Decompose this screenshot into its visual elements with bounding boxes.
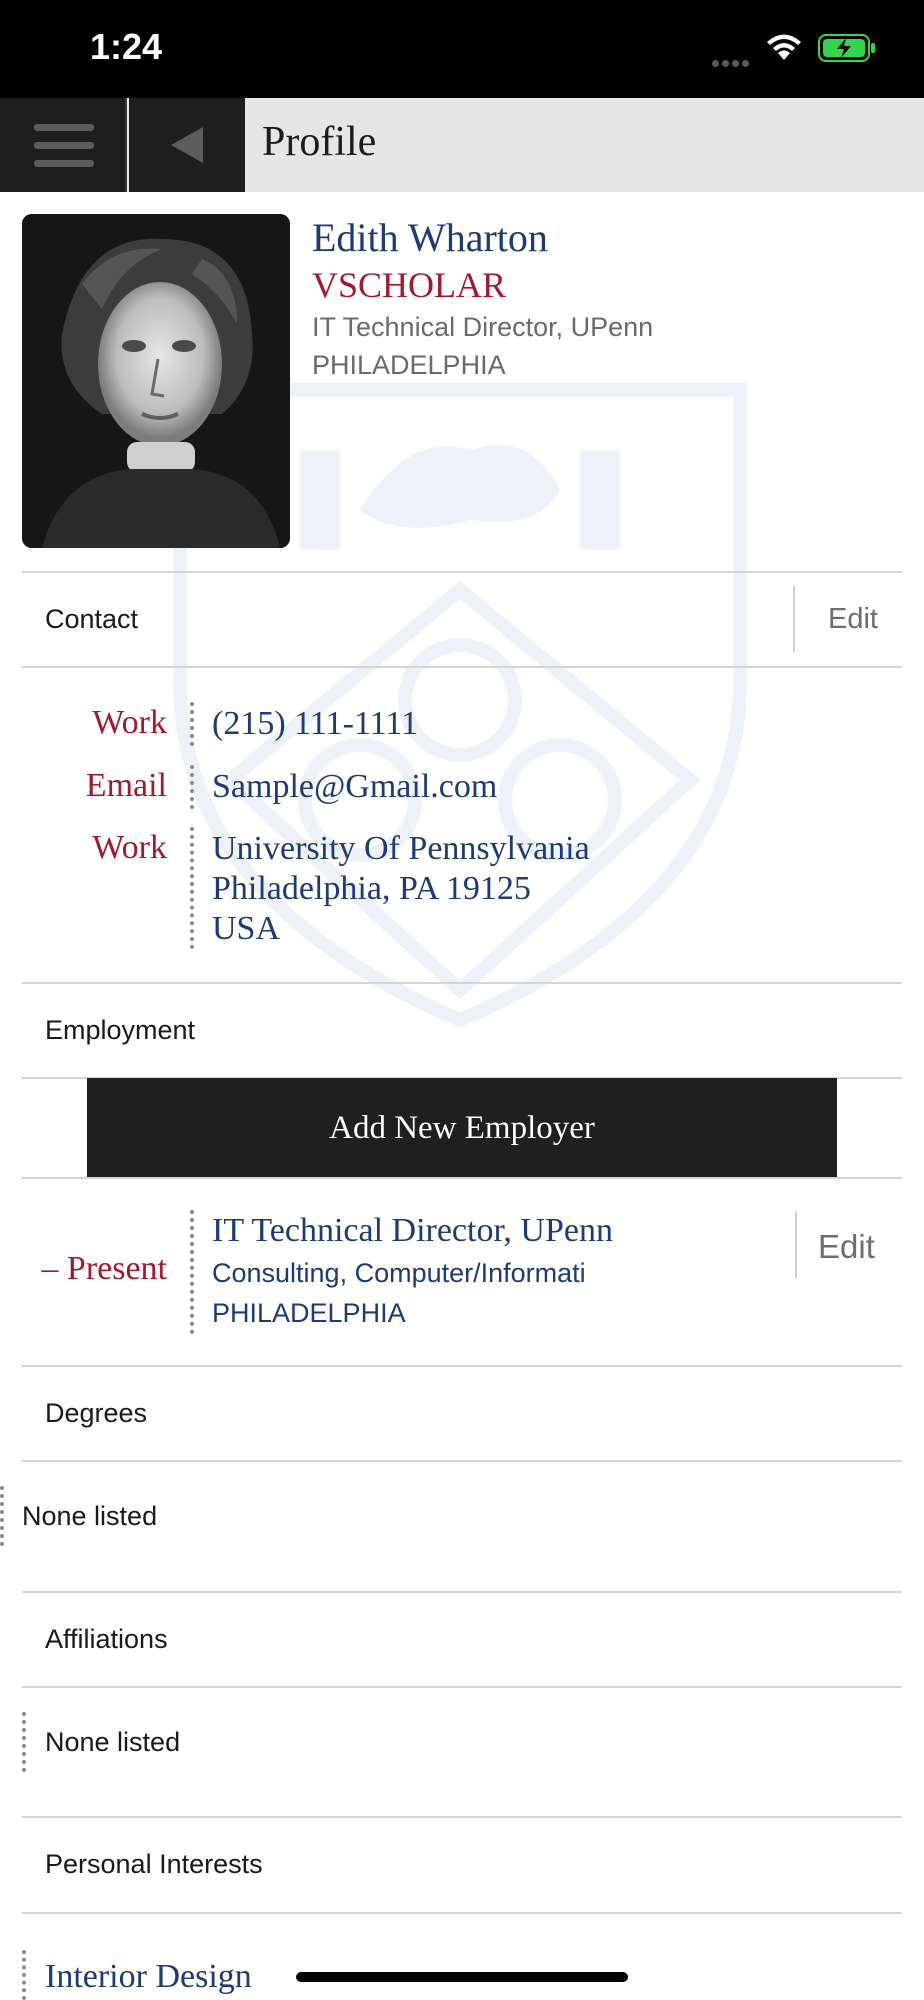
address-line: USA — [212, 910, 281, 947]
divider — [22, 1816, 902, 1818]
profile-role: VSCHOLAR — [312, 265, 507, 305]
divider — [795, 1212, 797, 1278]
wifi-icon — [767, 34, 801, 60]
dotted-separator — [190, 1210, 194, 1334]
page-title: Profile — [262, 119, 377, 165]
back-button[interactable] — [129, 98, 245, 192]
menu-button[interactable] — [0, 98, 127, 192]
address-line: University Of Pennsylvania — [212, 830, 590, 867]
avatar — [22, 214, 290, 548]
employment-period: – Present — [41, 1250, 167, 1287]
interests-header: Personal Interests — [45, 1849, 263, 1879]
home-indicator[interactable] — [296, 1972, 628, 1982]
employer-city: PHILADELPHIA — [212, 1298, 406, 1328]
dotted-separator — [0, 1486, 4, 1546]
profile-city: PHILADELPHIA — [312, 350, 506, 380]
email-link[interactable]: Sample@Gmail.com — [212, 767, 497, 807]
employer-edit-button[interactable]: Edit — [818, 1228, 875, 1266]
degrees-header: Degrees — [45, 1398, 148, 1428]
employer-industry: Consulting, Computer/Informati — [212, 1258, 586, 1288]
divider — [793, 586, 795, 652]
divider — [22, 1912, 902, 1914]
nav-bar: Profile — [0, 98, 924, 192]
contact-row-label: Work — [92, 829, 167, 866]
affiliations-empty-text: None listed — [45, 1727, 181, 1757]
add-employer-button[interactable]: Add New Employer — [87, 1078, 837, 1178]
battery-icon — [818, 34, 875, 62]
address-block[interactable]: University Of Pennsylvania Philadelphia,… — [212, 829, 590, 949]
cellular-signal-icon — [712, 54, 752, 72]
contact-header: Contact — [45, 604, 139, 634]
profile-job-title: IT Technical Director, UPenn — [312, 312, 654, 342]
interest-item[interactable]: Interior Design — [45, 1958, 252, 1996]
divider — [22, 1591, 902, 1593]
address-line: Philadelphia, PA 19125 — [212, 870, 531, 907]
profile-name: Edith Wharton — [312, 215, 548, 260]
dotted-separator — [22, 1712, 26, 1772]
profile-photo — [22, 214, 290, 548]
status-time: 1:24 — [90, 26, 163, 67]
status-bar: 1:24 — [0, 0, 924, 98]
divider — [22, 1365, 902, 1367]
dotted-separator — [190, 765, 194, 809]
divider — [22, 1686, 902, 1688]
divider — [22, 1460, 902, 1462]
dotted-separator — [190, 827, 194, 949]
contact-row-label: Work — [92, 704, 167, 741]
divider — [22, 666, 902, 668]
affiliations-header: Affiliations — [45, 1624, 168, 1654]
divider — [22, 1177, 902, 1179]
divider — [22, 982, 902, 984]
dotted-separator — [190, 702, 194, 746]
contact-edit-button[interactable]: Edit — [828, 603, 878, 636]
divider — [22, 571, 902, 573]
dotted-separator — [22, 1950, 26, 2000]
employment-header: Employment — [45, 1015, 196, 1045]
phone-link[interactable]: (215) 111-1111 — [212, 704, 418, 744]
contact-row-label: Email — [85, 767, 167, 804]
degrees-empty-text: None listed — [22, 1501, 158, 1531]
employer-title: IT Technical Director, UPenn — [212, 1212, 613, 1249]
back-arrow-icon — [171, 127, 203, 163]
